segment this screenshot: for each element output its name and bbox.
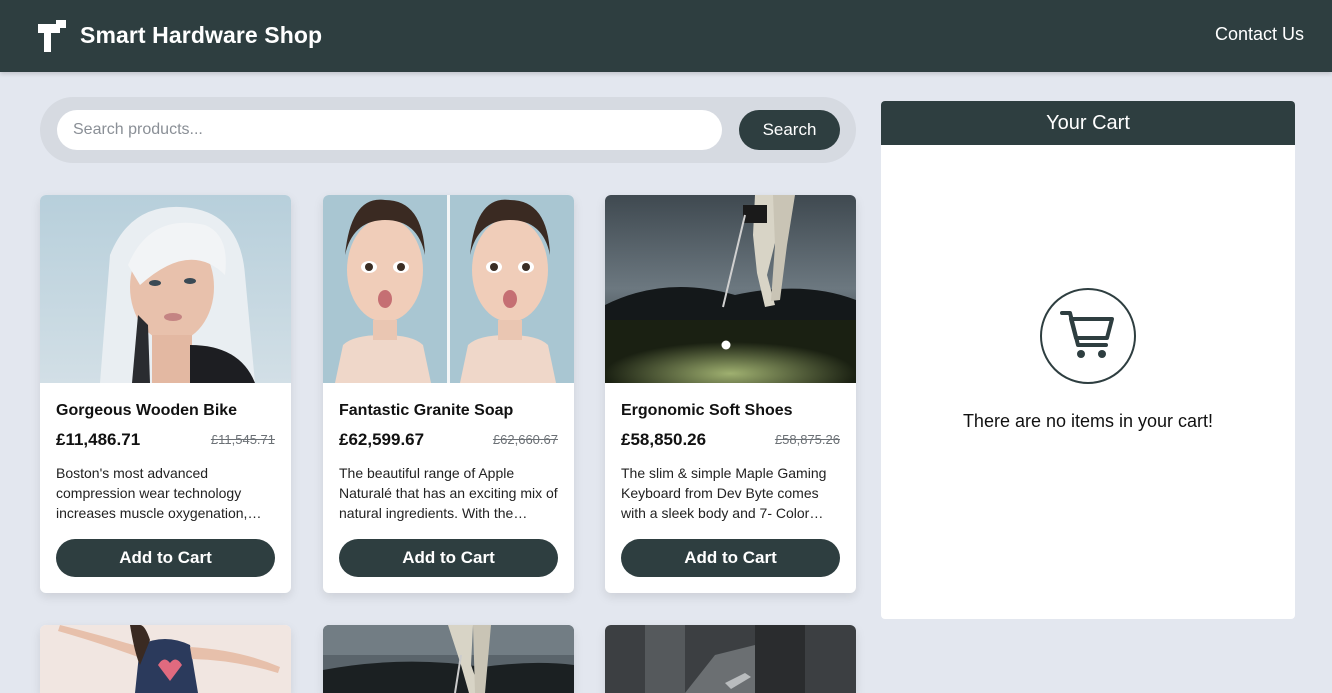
- top-navbar: Smart Hardware Shop Contact Us: [0, 0, 1332, 72]
- shopping-cart-icon: [1060, 311, 1114, 358]
- hammer-icon[interactable]: [38, 20, 66, 52]
- product-name[interactable]: Ergonomic Soft Shoes: [621, 402, 793, 420]
- product-name[interactable]: Gorgeous Wooden Bike: [56, 402, 237, 420]
- product-price: £58,850.26: [621, 430, 707, 449]
- add-to-cart-button[interactable]: Add to Cart: [56, 539, 275, 577]
- product-old-price: £58,875.26: [774, 432, 840, 447]
- product-image[interactable]: [40, 195, 291, 383]
- product-image[interactable]: [323, 195, 574, 383]
- empty-cart-badge: [1040, 288, 1136, 384]
- product-card: [323, 625, 574, 693]
- product-description: Boston's most advanced compression wear …: [56, 465, 248, 521]
- product-name[interactable]: Fantastic Granite Soap: [339, 402, 513, 420]
- add-to-cart-button[interactable]: Add to Cart: [621, 539, 840, 577]
- add-to-cart-button[interactable]: Add to Cart: [339, 539, 558, 577]
- search-button[interactable]: Search: [739, 110, 840, 150]
- product-price: £62,599.67: [339, 430, 425, 449]
- product-card: Gorgeous Wooden Bike £11,486.71 £11,545.…: [40, 195, 291, 593]
- product-description: The slim & simple Maple Gaming Keyboard …: [621, 465, 827, 521]
- search-bar: Search: [40, 97, 856, 163]
- product-price: £11,486.71: [56, 430, 141, 449]
- product-description: The beautiful range of Apple Naturalé th…: [339, 465, 558, 521]
- cart-title: Your Cart: [881, 101, 1295, 145]
- product-old-price: £62,660.67: [492, 432, 558, 447]
- product-old-price: £11,545.71: [210, 432, 275, 447]
- product-image[interactable]: [605, 195, 856, 383]
- search-input[interactable]: [57, 110, 722, 150]
- product-card: [40, 625, 291, 693]
- product-card: [605, 625, 856, 693]
- product-image[interactable]: [605, 625, 856, 693]
- product-image[interactable]: [40, 625, 291, 693]
- product-image[interactable]: [323, 625, 574, 693]
- brand-title[interactable]: Smart Hardware Shop: [80, 22, 322, 49]
- product-card: Ergonomic Soft Shoes £58,850.26 £58,875.…: [605, 195, 856, 593]
- product-card: Fantastic Granite Soap £62,599.67 £62,66…: [323, 195, 574, 593]
- contact-us-link[interactable]: Contact Us: [1215, 24, 1304, 45]
- empty-cart-message: There are no items in your cart!: [962, 411, 1214, 431]
- cart-panel: Your Cart There are no items in your car…: [881, 101, 1295, 619]
